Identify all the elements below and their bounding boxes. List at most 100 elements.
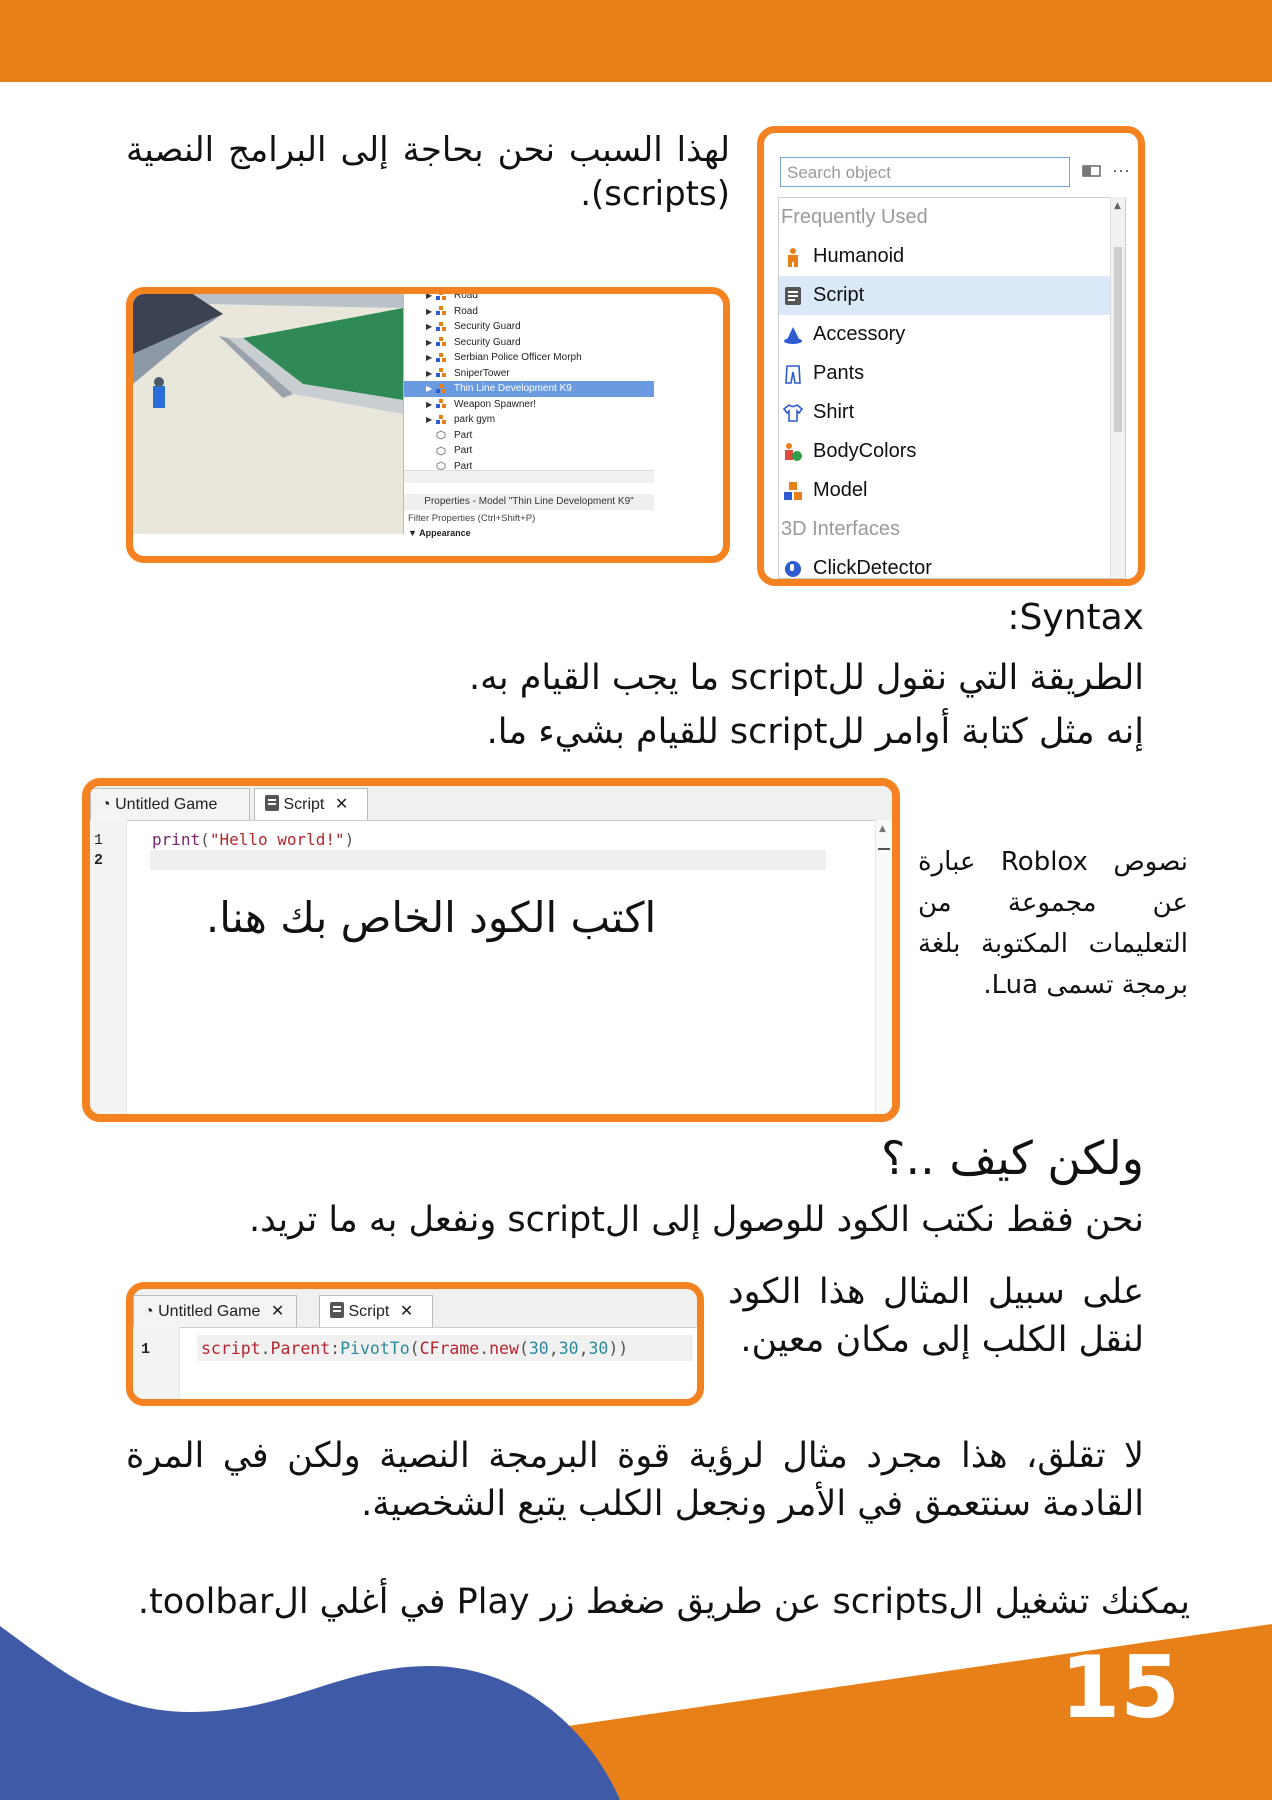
tab-untitled-game[interactable]: ◔ Untitled Game ✕ [133,1295,297,1327]
expand-arrow-icon[interactable]: ▶ [426,335,436,351]
object-item-model[interactable]: Model [779,471,1125,510]
click-detector-icon [783,559,803,579]
explorer-item[interactable]: Part [404,459,654,471]
line-number: 1 [141,1341,151,1358]
model-icon [436,306,446,316]
more-options-icon[interactable]: ⋯ [1112,161,1136,182]
explorer-item[interactable]: ▶ Security Guard [404,335,654,351]
expand-arrow-icon[interactable]: ▶ [426,412,436,428]
scroll-up-icon[interactable]: ▲ [879,824,886,834]
part-icon [436,461,446,470]
explorer-item[interactable]: Part [404,428,654,444]
explorer-item[interactable]: ▶ park gym [404,412,654,428]
header-bar [0,0,1272,82]
object-item-bodycolors[interactable]: BodyColors [779,432,1125,471]
explorer-item-label: Thin Line Development K9 [454,383,572,394]
how-line: نحن فقط نكتب الكود للوصول إلى الscript و… [248,1200,1144,1240]
object-item-label: Pants [813,362,865,384]
hat-icon [783,325,803,345]
model-icon [436,399,446,409]
script-icon [265,795,279,813]
expand-arrow-icon[interactable]: ▶ [426,319,436,335]
model-icon [436,294,446,301]
search-object-input[interactable]: Search object [780,157,1070,187]
expand-arrow-icon[interactable]: ▶ [426,294,436,304]
explorer-item-label: Weapon Spawner! [454,398,537,410]
object-item-pants[interactable]: Pants [779,354,1125,393]
code-line-1[interactable]: script.Parent:PivotTo(CFrame.new(30,30,3… [201,1339,628,1358]
editor-scrollbar[interactable]: ▲ [875,820,892,1114]
explorer-item[interactable]: ▶ Weapon Spawner! [404,397,654,413]
expand-arrow-icon[interactable]: ▶ [426,366,436,382]
tab-script[interactable]: Script ✕ [319,1295,433,1327]
syntax-heading: :Syntax [1007,597,1144,638]
object-item-shirt[interactable]: Shirt [779,393,1125,432]
explorer-item-label: SniperTower [454,367,510,379]
explorer-item-label: Part [454,445,473,456]
model-icon [783,481,803,501]
model-icon [436,383,446,394]
editor-tab-bar: ◔ Untitled Game ✕ Script ✕ [90,786,892,845]
scroll-marker [878,848,890,850]
explorer-item-selected[interactable]: ▶ Thin Line Development K9 [404,381,654,397]
scrollbar-thumb[interactable] [1114,247,1122,432]
dont-worry-text: لا تقلق، هذا مجرد مثال لرؤية قوة البرمجة… [126,1436,1144,1524]
line-number: 2 [94,852,104,869]
explorer-item[interactable]: ▶ Road [404,294,654,304]
code-editor-1: ◔ Untitled Game ✕ Script ✕ 1 2 print("He… [82,778,900,1122]
explorer-panel: ▶ Road ▶ Road ▶ Security Guard ▶ Security Gu… [403,294,654,538]
section-appearance: ▼ Appearance [408,528,471,538]
game-viewport [133,294,403,534]
script-icon [783,286,803,306]
explorer-item-label: Road [454,305,478,317]
expand-arrow-icon[interactable]: ▶ [426,381,436,397]
expand-arrow-icon[interactable]: ▶ [426,350,436,366]
properties-title: Properties - Model "Thin Line Developmen… [404,494,654,510]
horizontal-scrollbar[interactable] [404,470,654,483]
current-line-highlight [150,850,826,870]
part-icon [436,430,446,440]
close-icon[interactable]: ✕ [271,1303,284,1320]
code-line-1[interactable]: print("Hello world!") [152,830,354,849]
object-item-clickdetector[interactable]: ClickDetector [779,549,1125,579]
close-icon[interactable]: ✕ [400,1303,413,1320]
studio-screenshot: ▶ Road ▶ Road ▶ Security Guard ▶ Security Gu… [126,287,730,563]
object-browser-screenshot: Search object ⋯ Frequently Used Humanoid… [757,126,1145,586]
model-icon [436,337,446,347]
scrollbar[interactable]: ▲ [1110,197,1125,577]
object-item-label: Model [813,479,868,501]
line-number: 1 [94,832,104,849]
tab-untitled-game[interactable]: ◔ Untitled Game ✕ [90,788,250,845]
explorer-item[interactable]: Part [404,443,654,459]
explorer-item[interactable]: ▶ Road [404,304,654,320]
section-3d-interfaces: 3D Interfaces [781,518,900,540]
tab-script[interactable]: Script ✕ [254,788,368,820]
expand-arrow-icon[interactable]: ▶ [426,304,436,320]
game-icon: ◔ [101,796,111,813]
filter-properties-input[interactable]: Filter Properties (Ctrl+Shift+P) [408,512,648,526]
explorer-item-label: Part [454,460,473,471]
run-note: يمكنك تشغيل الscripts عن طريق ضغط زر Pla… [137,1582,1190,1622]
object-item-label: Accessory [813,323,906,345]
explorer-item-label: park gym [454,414,496,425]
object-item-accessory[interactable]: Accessory [779,315,1125,354]
view-toggle-icon[interactable] [1082,163,1102,177]
script-icon [330,1302,344,1320]
object-item-label: Shirt [813,401,855,423]
syntax-line-1: الطريقة التي نقول للscript ما يجب القيام… [468,658,1144,698]
editor-overlay-text: اكتب الكود الخاص بك هنا. [205,893,657,942]
object-item-script[interactable]: Script [779,276,1125,315]
explorer-item[interactable]: ▶ Security Guard [404,319,654,335]
explorer-item[interactable]: ▶ Serbian Police Officer Morph [404,350,654,366]
scroll-up-icon[interactable]: ▲ [1114,201,1121,211]
bodycolors-icon [783,442,803,462]
object-item-humanoid[interactable]: Humanoid [779,237,1125,276]
close-icon[interactable]: ✕ [335,796,348,813]
scene-illustration [133,294,403,534]
code-editor-2: ◔ Untitled Game ✕ Script ✕ 1 script.Pare… [126,1282,704,1406]
explorer-item[interactable]: ▶ SniperTower [404,366,654,382]
how-heading: ولكن كيف ..؟ [881,1131,1144,1185]
line-gutter: 1 2 [90,820,127,1114]
expand-arrow-icon[interactable]: ▶ [426,397,436,413]
line-gutter: 1 [133,1327,180,1399]
